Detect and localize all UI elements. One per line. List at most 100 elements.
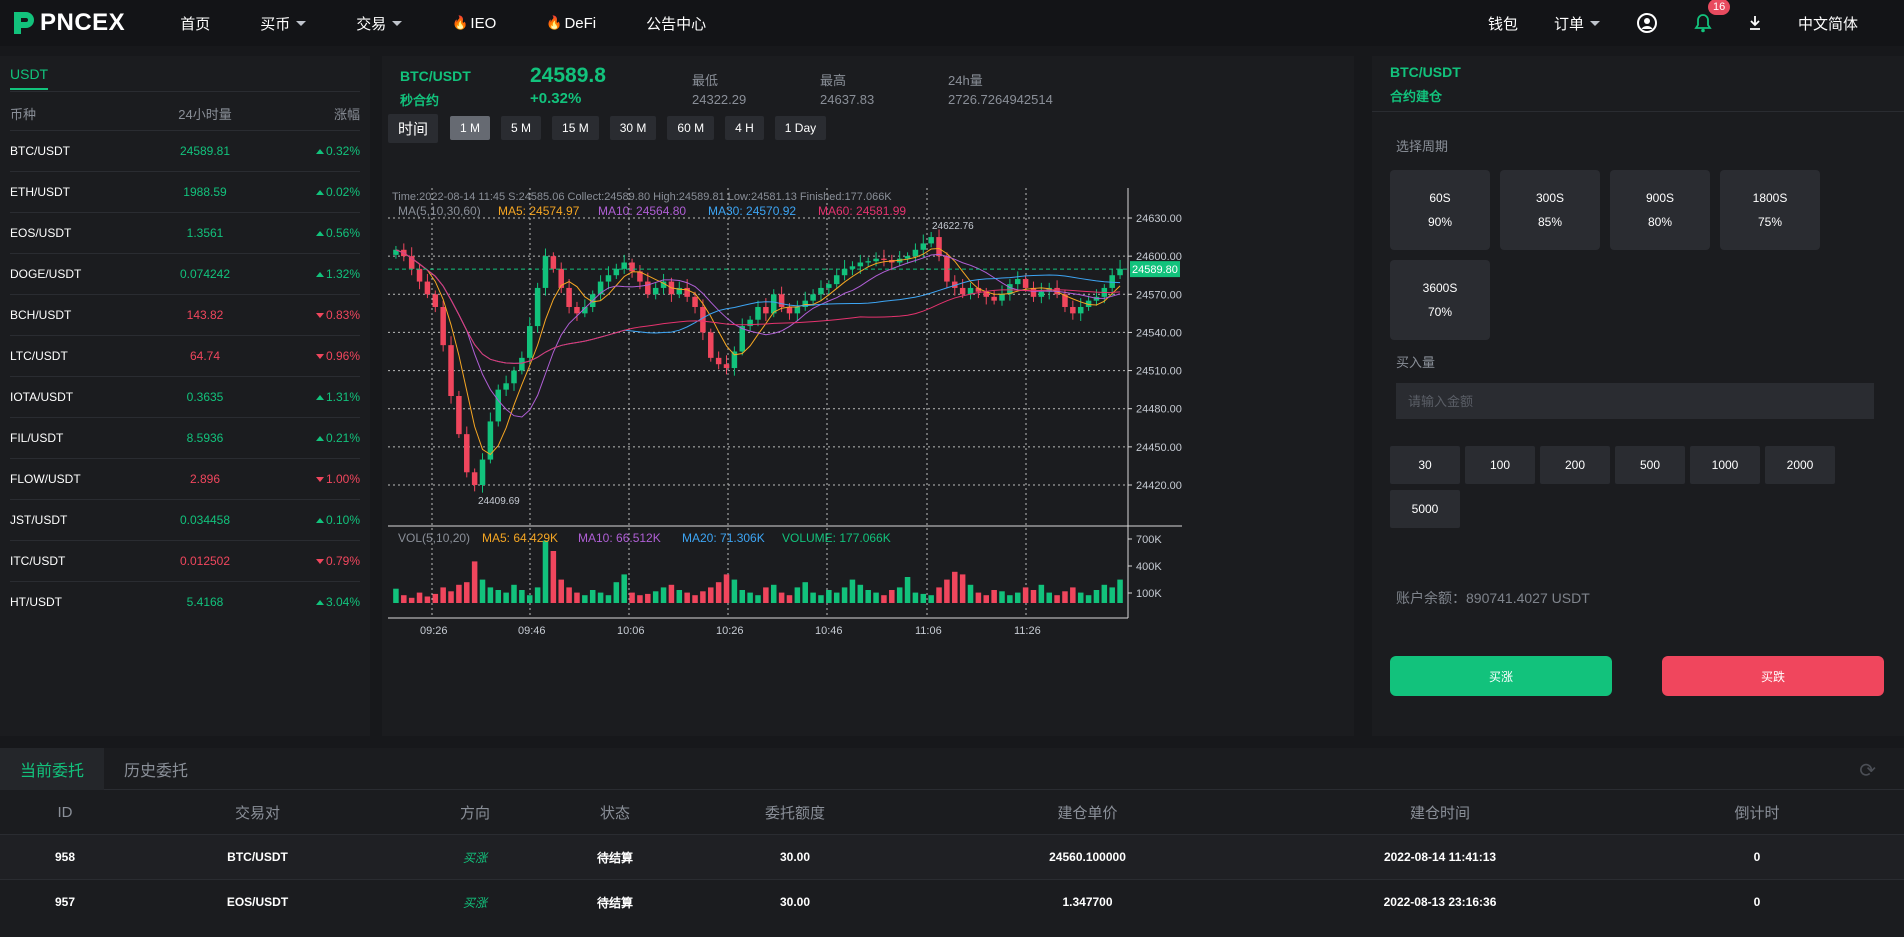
market-change: 0.56% [260,226,360,240]
wallet-link[interactable]: 钱包 [1488,13,1518,34]
market-row[interactable]: DOGE/USDT 0.074242 1.32% [10,253,360,294]
candle-body [566,287,572,307]
period-option[interactable]: 300S 85% [1500,170,1600,250]
volume-bar [597,592,604,603]
interval-button[interactable]: 4 H [725,116,764,140]
amount-input[interactable] [1396,383,1874,419]
nav-item-2[interactable]: 交易 [356,13,403,34]
nav-item-3[interactable]: 🔥 IEO [452,13,496,34]
period-rate: 80% [1647,215,1673,229]
market-change: 0.02% [260,185,360,199]
market-change: 0.96% [260,349,360,363]
amount-option[interactable]: 5000 [1390,490,1460,528]
period-label: 选择周期 [1396,139,1449,154]
orders-menu[interactable]: 订单 [1554,13,1600,34]
candle-body [763,307,769,314]
download-button[interactable] [1748,15,1762,31]
volume-bar [708,587,714,603]
buy-up-button[interactable]: 买涨 [1390,656,1612,696]
market-row[interactable]: LTC/USDT 64.74 0.96% [10,335,360,376]
market-row[interactable]: HT/USDT 5.4168 3.04% [10,581,360,622]
volume-value: 2726.7264942514 [948,92,1053,107]
chevron-down-icon [1589,20,1600,26]
amount-option[interactable]: 1000 [1690,446,1760,484]
trade-pair: BTC/USDT [1390,64,1461,80]
candle-body [495,389,502,422]
volume-bar [865,590,871,603]
interval-button[interactable]: 15 M [552,116,599,140]
interval-button[interactable]: 60 M [667,116,715,140]
buy-down-button[interactable]: 买跌 [1662,656,1884,696]
market-row[interactable]: FLOW/USDT 2.896 1.00% [10,458,360,499]
volume-bar [952,571,958,603]
candle-body [471,472,478,485]
period-time: 300S [1535,191,1565,205]
market-change: 0.10% [260,513,360,527]
market-row[interactable]: ETH/USDT 1988.59 0.02% [10,171,360,212]
market-tab-usdt[interactable]: USDT [10,66,49,90]
y-tick-label: 24630.00 [1136,213,1182,225]
volume-bar [637,595,643,603]
x-tick-label: 09:46 [518,625,546,637]
volume-bar [739,590,746,603]
language-selector[interactable]: 中文简体 [1798,13,1858,34]
divider [10,91,360,92]
market-row[interactable]: EOS/USDT 1.3561 0.56% [10,212,360,253]
tab-history-orders[interactable]: 历史委托 [104,748,208,790]
market-row[interactable]: IOTA/USDT 0.3635 1.31% [10,376,360,417]
amount-option[interactable]: 30 [1390,446,1460,484]
amount-option[interactable]: 200 [1540,446,1610,484]
notification-button[interactable]: 16 [1694,0,1731,33]
logo[interactable]: PNCEX [10,9,125,37]
candle-body [550,256,557,269]
period-option[interactable]: 60S 90% [1390,170,1490,250]
x-tick-label: 10:46 [815,625,843,637]
ma-legend-item: MA10: 24564.80 [598,204,686,218]
candle-body [645,281,651,295]
amount-option[interactable]: 2000 [1765,446,1835,484]
vol-legend-item: MA10: 66.512K [578,531,661,545]
fire-icon: 🔥 [546,15,563,30]
period-time: 60S [1429,191,1451,205]
market-row[interactable]: BCH/USDT 143.82 0.83% [10,294,360,335]
volume-bar [857,584,864,603]
volume-bar [645,593,651,603]
interval-button[interactable]: 1 Day [774,116,827,140]
market-row[interactable]: ITC/USDT 0.012502 0.79% [10,540,360,581]
market-row[interactable]: BTC/USDT 24589.81 0.32% [10,130,360,171]
nav-item-0[interactable]: 首页 [180,13,210,34]
volume-bar [526,595,533,603]
vol-title: VOL(5,10,20) [398,531,470,545]
volume-bar [1054,595,1060,603]
market-row[interactable]: JST/USDT 0.034458 0.10% [10,499,360,540]
amount-option[interactable]: 100 [1465,446,1535,484]
market-row[interactable]: FIL/USDT 8.5936 0.21% [10,417,360,458]
orders-cell-price: 24560.100000 [1049,850,1126,864]
orders-cell-amount: 30.00 [779,895,811,909]
interval-button[interactable]: 5 M [501,116,542,140]
interval-button[interactable]: 30 M [609,116,657,140]
tab-current-orders[interactable]: 当前委托 [0,747,105,790]
nav-item-1[interactable]: 买币 [260,13,307,34]
candlestick-chart[interactable]: 24630.0024600.0024570.0024540.0024510.00… [382,148,1354,736]
market-pair: DOGE/USDT [10,267,82,281]
orders-tabs: 当前委托 历史委托 ⟳ [0,747,1904,790]
period-option[interactable]: 3600S 70% [1390,260,1490,340]
orders-header-cell: 方向 [459,804,490,822]
period-option[interactable]: 900S 80% [1610,170,1710,250]
candle-body [503,383,509,390]
nav-item-5[interactable]: 公告中心 [646,13,706,34]
volume-bar [723,574,730,603]
volume-bar [747,592,753,603]
amount-option[interactable]: 500 [1615,446,1685,484]
period-option[interactable]: 1800S 75% [1720,170,1820,250]
market-change: 3.04% [260,595,360,609]
chart-info-line: Time:2022-08-14 11:45 S:24585.06 Collect… [392,191,892,203]
interval-button[interactable]: 1 M [450,116,491,140]
refresh-icon[interactable]: ⟳ [1859,758,1876,783]
x-tick-label: 10:06 [617,625,645,637]
user-button[interactable] [1636,12,1658,34]
candle-body [448,345,454,396]
nav-item-4[interactable]: 🔥 DeFi [546,13,596,34]
candle-body [873,258,879,262]
